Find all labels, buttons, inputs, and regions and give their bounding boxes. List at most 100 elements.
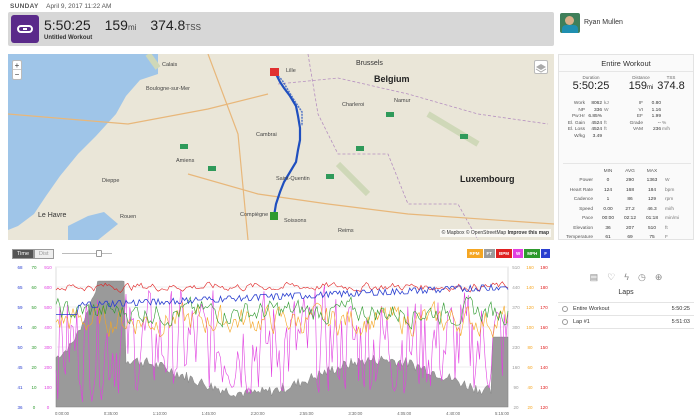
range-min: 61 xyxy=(605,235,611,240)
lap-name: Entire Workout xyxy=(573,306,610,312)
date-label: April 9, 2017 11:22 AM xyxy=(46,3,112,10)
workout-chart[interactable]: Time Dist RPM FT BPM W MPH F 68 65 59 54 50 45 41 36… xyxy=(8,247,554,419)
series-toggle-rpm[interactable]: RPM xyxy=(466,249,483,258)
laps-panel: ▤ ♡ ϟ ◷ ⊕ Laps Entire Workout 5:50:25 Lap … xyxy=(558,272,694,419)
summary-stats: 5:50:25 159mi 374.8TSS xyxy=(44,17,211,33)
range-header-cell: MIN xyxy=(603,169,613,174)
map-label-soissons: Soissons xyxy=(284,218,307,224)
x-tick-label: 0:35:00 xyxy=(104,411,119,416)
range-max: 510 xyxy=(647,225,656,231)
range-unit: bpm xyxy=(665,187,675,193)
range-row: Pace 00:00 02:12 01:18 min/mi xyxy=(563,214,691,224)
metric-value: 4524 xyxy=(591,127,602,133)
workout-header: SUNDAY April 9, 2017 11:22 AM 5:50:25 15… xyxy=(0,0,700,50)
lap-row[interactable]: Entire Workout 5:50:25 xyxy=(558,303,694,316)
map-label-boulogne: Boulogne-sur-Mer xyxy=(146,86,191,92)
range-row: Heart Rate 124 168 184 bpm xyxy=(563,186,691,196)
bike-workout-icon xyxy=(11,15,39,43)
hr-axis-label: 140 xyxy=(540,365,548,370)
map-label-luxembourg: Luxembourg xyxy=(460,174,515,184)
metric-unit xyxy=(661,114,673,121)
map-label-compiegne: Compiègne xyxy=(240,212,269,218)
power-axis-label: 600 xyxy=(44,285,52,290)
speed-axis-label: 30 xyxy=(31,345,37,350)
heart-icon[interactable]: ♡ xyxy=(607,272,615,286)
workout-summary-panel: Entire Workout Duration 5:50:25 Distance… xyxy=(558,54,694,240)
improve-map-link[interactable]: Improve this map xyxy=(508,230,549,236)
layers-icon[interactable] xyxy=(534,60,548,74)
zoom-in-button[interactable]: + xyxy=(13,61,21,70)
metric-label: El. Loss xyxy=(567,127,585,133)
speed-axis-label: 70 xyxy=(31,265,37,270)
user-name[interactable]: Ryan Mullen xyxy=(584,19,623,26)
temp-axis-label: 68 xyxy=(17,265,23,270)
bolt-icon[interactable]: ϟ xyxy=(624,272,629,286)
avatar[interactable] xyxy=(560,13,580,33)
date-line: SUNDAY April 9, 2017 11:22 AM xyxy=(10,3,111,10)
metric-unit xyxy=(661,101,673,108)
x-tick-label: 5:15:00 xyxy=(495,411,510,416)
zoom-out-button[interactable]: − xyxy=(13,70,21,79)
cadence-axis-label: 120 xyxy=(526,305,534,310)
laps-title: Laps xyxy=(618,289,634,296)
metric-label: Pw:Hr xyxy=(571,114,585,120)
lap-radio[interactable] xyxy=(562,319,568,325)
hr-axis-label: 120 xyxy=(540,405,548,410)
dist-toggle[interactable]: Dist xyxy=(34,249,54,259)
slider-handle[interactable] xyxy=(96,250,102,257)
map-label-le-havre: Le Havre xyxy=(38,212,67,219)
power-axis-label: 500 xyxy=(44,305,52,310)
range-min: 124 xyxy=(603,187,612,193)
range-min: 0.00 xyxy=(603,206,613,212)
x-tick-label: 1:10:00 xyxy=(153,411,168,416)
map-label-dieppe: Dieppe xyxy=(102,178,120,184)
chart-canvas[interactable]: 6865595450454136706050403020100910600500… xyxy=(8,261,554,419)
lap-radio[interactable] xyxy=(562,306,568,312)
range-table: MIN AVG MAX Power 0 290 1363 W Heart Rate 124 168 1… xyxy=(563,163,691,243)
range-avg: 02:12 xyxy=(623,216,636,221)
metric-unit xyxy=(603,114,617,121)
workout-title[interactable]: Untitled Workout xyxy=(44,35,92,41)
cadence-axis-label: 100 xyxy=(526,325,534,330)
range-max: 46.3 xyxy=(647,206,657,212)
range-row: Cadence 1 86 129 rpm xyxy=(563,195,691,205)
cadence-axis-label: 140 xyxy=(526,285,534,290)
series-toggle-f[interactable]: F xyxy=(541,249,550,258)
power-axis-label: 100 xyxy=(44,385,52,390)
lap-list: Entire Workout 5:50:25 Lap #1 5:51:03 xyxy=(558,303,694,329)
lap-time: 5:50:25 xyxy=(671,306,690,312)
series-toggle-ft[interactable]: FT xyxy=(483,249,495,258)
summary-tss: 374.8TSS xyxy=(150,17,201,33)
series-toggle-mph[interactable]: MPH xyxy=(524,249,541,258)
route-map[interactable]: Belgium Brussels Luxembourg Le Havre Rei… xyxy=(8,54,554,240)
temp-axis-label: 54 xyxy=(17,325,23,330)
speed-axis-label: 0 xyxy=(33,405,36,410)
cadence-axis-label: 60 xyxy=(527,365,533,370)
lap-time: 5:51:03 xyxy=(671,319,690,325)
range-header-spacer xyxy=(563,168,597,176)
plus-icon[interactable]: ⊕ xyxy=(655,272,663,286)
range-row: Elevation 36 207 510 ft xyxy=(563,224,691,234)
cadence-axis-label: 80 xyxy=(527,345,533,350)
series-chips: RPM FT BPM W MPH F xyxy=(466,249,550,258)
map-zoom-control: + − xyxy=(12,60,22,80)
series-toggle-bpm[interactable]: BPM xyxy=(496,249,512,258)
calendar-icon[interactable]: ▤ xyxy=(590,272,599,286)
lap-row[interactable]: Lap #1 5:51:03 xyxy=(558,316,694,329)
map-label-namur: Namur xyxy=(394,98,411,104)
speed-axis-label: 10 xyxy=(31,385,37,390)
range-label: Speed xyxy=(579,206,593,212)
range-unit: mi/h xyxy=(665,206,675,212)
map-terrain xyxy=(8,54,554,240)
power-axis-label: 0 xyxy=(47,405,50,410)
range-max: 129 xyxy=(647,197,656,202)
x-axis-toggle: Time Dist xyxy=(12,249,54,259)
summary-duration: 5:50:25 xyxy=(44,17,91,33)
series-toggle-w[interactable]: W xyxy=(513,249,524,258)
smoothing-slider[interactable] xyxy=(62,250,112,257)
clock-icon[interactable]: ◷ xyxy=(638,272,646,286)
time-toggle[interactable]: Time xyxy=(12,249,35,259)
metric-value: 3.49 xyxy=(592,133,602,139)
metric-unit: W xyxy=(604,107,609,113)
hr-axis-label: 150 xyxy=(540,345,548,350)
